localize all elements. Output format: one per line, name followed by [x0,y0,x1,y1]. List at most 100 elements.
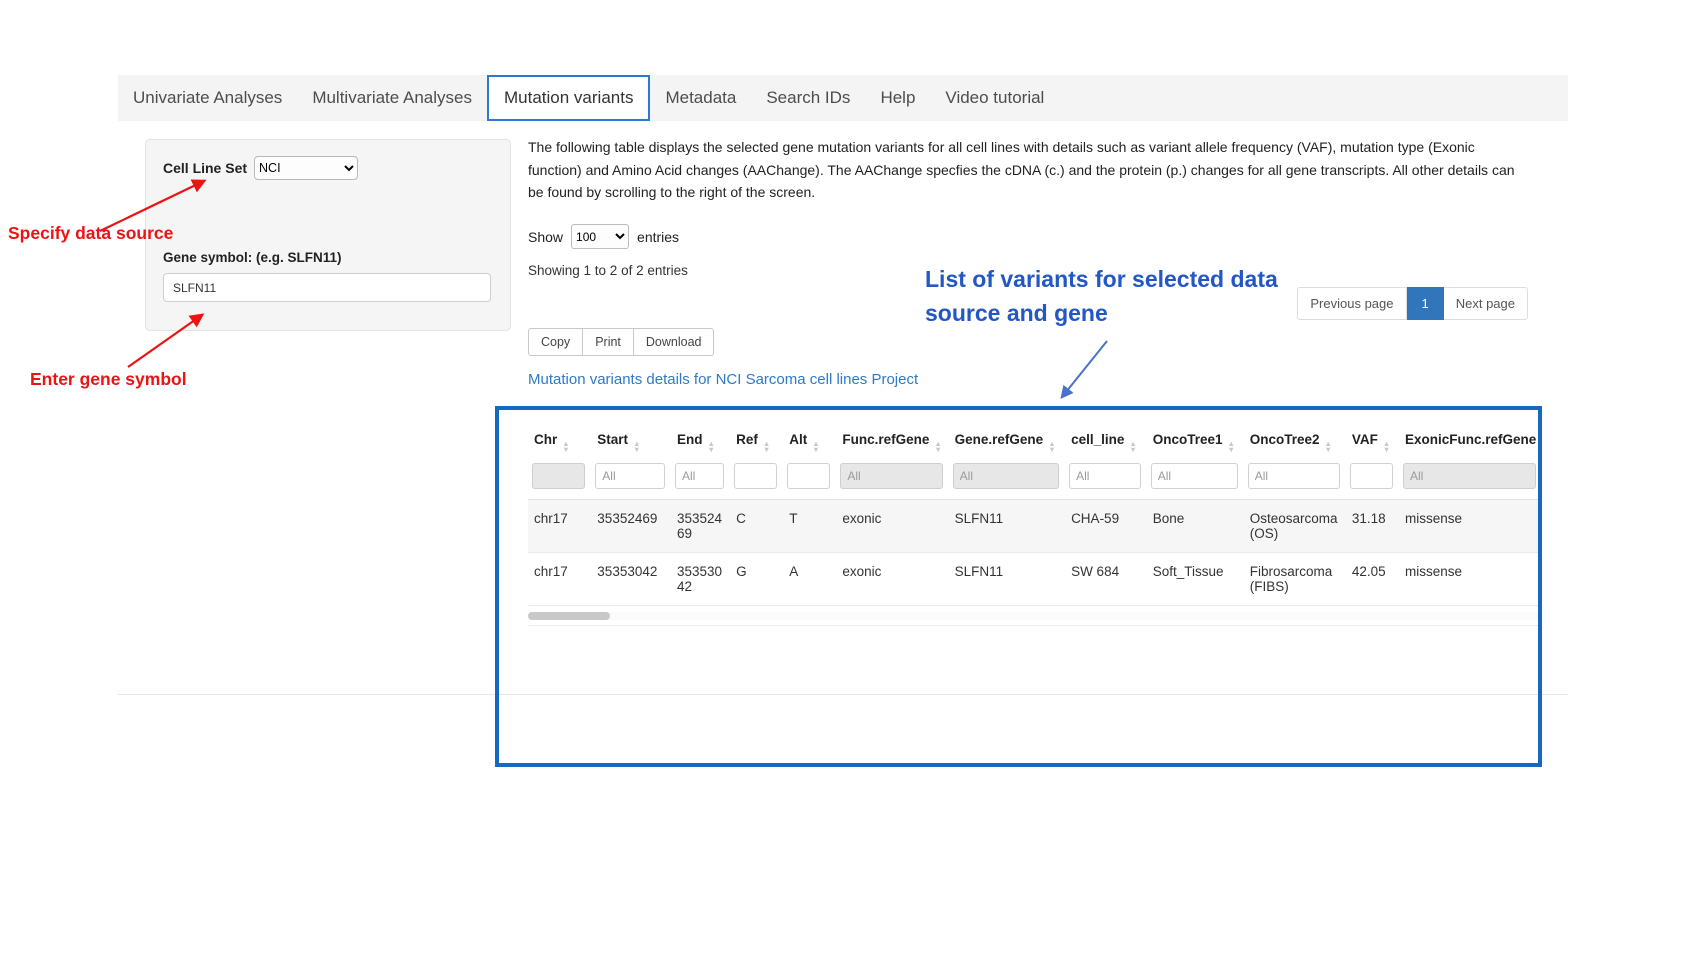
table-cell: chr17 [528,500,591,553]
sort-icon[interactable]: ▲▼ [1383,441,1390,453]
column-header-gene-refgene[interactable]: Gene.refGene ▲▼ [949,424,1065,459]
entries-label: entries [637,229,679,245]
table-body: chr173535246935352469CTexonicSLFN11CHA-5… [528,500,1542,606]
column-header-func-refgene[interactable]: Func.refGene ▲▼ [836,424,948,459]
cell-line-set-label: Cell Line Set [163,160,247,176]
column-label: Gene.refGene [955,432,1044,447]
column-header-alt[interactable]: Alt ▲▼ [783,424,836,459]
column-header-vaf[interactable]: VAF▲▼ [1346,424,1399,459]
sort-icon[interactable]: ▲▼ [1129,441,1136,453]
column-header-oncotree2[interactable]: OncoTree2▲▼ [1244,424,1346,459]
table-cell: missense [1399,500,1542,553]
sort-icon[interactable]: ▲▼ [562,441,569,453]
sort-icon[interactable]: ▲▼ [812,441,819,453]
column-filter[interactable] [1248,463,1340,489]
table-description: The following table displays the selecte… [528,136,1524,204]
column-filter[interactable] [953,463,1059,489]
filter-row [528,459,1542,500]
column-filter[interactable] [675,463,724,489]
show-entries-row: Show 100 entries [528,224,679,249]
sort-icon[interactable]: ▲▼ [763,441,770,453]
blue-arrow-variants-table [1062,341,1107,397]
annotation-enter-gene-symbol: Enter gene symbol [30,369,187,390]
gene-symbol-label: Gene symbol: (e.g. SLFN11) [163,250,342,265]
table-cell: missense [1399,553,1542,606]
column-filter[interactable] [595,463,665,489]
column-label: Func.refGene [842,432,929,447]
table-cell: 35352469 [591,500,671,553]
print-button[interactable]: Print [582,328,634,356]
table-title-link[interactable]: Mutation variants details for NCI Sarcom… [528,371,918,388]
table-cell: exonic [836,500,948,553]
table-cell: G [730,553,783,606]
copy-button[interactable]: Copy [528,328,583,356]
column-label: ExonicFunc.refGene [1405,432,1536,447]
sort-icon[interactable]: ▲▼ [1228,441,1235,453]
table-cell: Bone [1147,500,1244,553]
column-filter[interactable] [1151,463,1238,489]
sort-icon[interactable]: ▲▼ [1541,441,1542,453]
header-row: Chr▲▼Start▲▼End▲▼Ref▲▼Alt▲▼Func.refGene▲… [528,424,1542,459]
table-cell: SLFN11 [949,500,1065,553]
column-filter[interactable] [1403,463,1536,489]
tab-search-ids[interactable]: Search IDs [751,75,865,121]
table-row[interactable]: chr173535304235353042GAexonicSLFN11SW 68… [528,553,1542,606]
show-label: Show [528,229,563,245]
column-header-exonicfunc-refgene[interactable]: ExonicFunc.refGene ▲▼ [1399,424,1542,459]
sort-icon[interactable]: ▲▼ [633,441,640,453]
nav-bar: Univariate AnalysesMultivariate Analyses… [118,75,1568,121]
variants-table: Chr▲▼Start▲▼End▲▼Ref▲▼Alt▲▼Func.refGene▲… [528,424,1542,606]
column-header-ref[interactable]: Ref▲▼ [730,424,783,459]
horizontal-scrollbar-thumb[interactable] [528,612,610,620]
column-filter[interactable] [840,463,942,489]
next-page-button[interactable]: Next page [1444,287,1528,320]
column-header-start[interactable]: Start ▲▼ [591,424,671,459]
column-filter[interactable] [1069,463,1141,489]
column-header-chr[interactable]: Chr ▲▼ [528,424,591,459]
table-cell: CHA-59 [1065,500,1147,553]
table-cell: 35353042 [671,553,730,606]
column-label: Start [597,432,628,447]
table-row[interactable]: chr173535246935352469CTexonicSLFN11CHA-5… [528,500,1542,553]
show-entries-select[interactable]: 100 [571,224,629,249]
table-cell: SW 684 [1065,553,1147,606]
sort-icon[interactable]: ▲▼ [1048,441,1055,453]
sort-icon[interactable]: ▲▼ [1325,441,1332,453]
tab-help[interactable]: Help [865,75,930,121]
column-label: Alt [789,432,807,447]
table-cell: Fibrosarcoma (FIBS) [1244,553,1346,606]
sort-icon[interactable]: ▲▼ [934,441,941,453]
column-header-oncotree1[interactable]: OncoTree1▲▼ [1147,424,1244,459]
annotation-specify-data-source: Specify data source [8,223,173,244]
column-filter[interactable] [787,463,830,489]
column-filter[interactable] [1350,463,1393,489]
column-label: cell_line [1071,432,1124,447]
annotation-list-of-variants: List of variants for selected data sourc… [925,262,1325,330]
tab-univariate-analyses[interactable]: Univariate Analyses [118,75,297,121]
column-header-cell-line[interactable]: cell_line ▲▼ [1065,424,1147,459]
tab-mutation-variants[interactable]: Mutation variants [487,75,650,121]
column-filter[interactable] [734,463,777,489]
tab-multivariate-analyses[interactable]: Multivariate Analyses [297,75,487,121]
table-cell: 42.05 [1346,553,1399,606]
download-button[interactable]: Download [633,328,715,356]
content-divider [118,694,1568,695]
column-filter[interactable] [532,463,585,489]
column-header-end[interactable]: End▲▼ [671,424,730,459]
column-label: Chr [534,432,557,447]
table-cell: SLFN11 [949,553,1065,606]
current-page-button[interactable]: 1 [1407,287,1444,320]
table-cell: Soft_Tissue [1147,553,1244,606]
horizontal-scrollbar-track[interactable] [528,612,1542,620]
cell-line-set-row: Cell Line Set NCI [163,156,358,180]
table-cell: 35353042 [591,553,671,606]
variants-table-container: Chr▲▼Start▲▼End▲▼Ref▲▼Alt▲▼Func.refGene▲… [528,424,1542,626]
sort-icon[interactable]: ▲▼ [707,441,714,453]
tab-metadata[interactable]: Metadata [650,75,751,121]
sidebar-panel: Cell Line Set NCI Gene symbol: (e.g. SLF… [145,139,511,331]
gene-symbol-input[interactable] [163,273,491,302]
cell-line-set-select[interactable]: NCI [254,156,358,180]
tab-video-tutorial[interactable]: Video tutorial [930,75,1059,121]
table-cell: T [783,500,836,553]
table-cell: A [783,553,836,606]
